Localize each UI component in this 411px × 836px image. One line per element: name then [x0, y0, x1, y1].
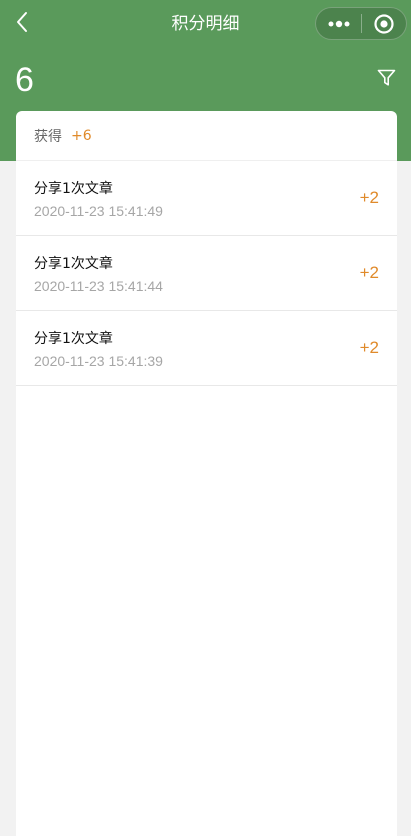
- list-item: 分享1次文章 2020-11-23 15:41:49 +2: [16, 161, 397, 236]
- record-delta: +2: [359, 263, 379, 282]
- record-title: 分享1次文章: [34, 331, 113, 347]
- record-time: 2020-11-23 15:41:49: [34, 203, 163, 219]
- record-title: 分享1次文章: [34, 181, 113, 197]
- record-time: 2020-11-23 15:41:39: [34, 353, 163, 369]
- summary-row: 获得 +6: [16, 111, 397, 161]
- list-item: 分享1次文章 2020-11-23 15:41:44 +2: [16, 236, 397, 311]
- summary-value: +6: [71, 127, 92, 144]
- list-item: 分享1次文章 2020-11-23 15:41:39 +2: [16, 311, 397, 386]
- record-time: 2020-11-23 15:41:44: [34, 278, 163, 294]
- filter-button[interactable]: [376, 68, 396, 88]
- mini-program-capsule: [315, 7, 407, 40]
- points-total: 6: [15, 61, 34, 99]
- more-button[interactable]: [316, 8, 361, 39]
- more-dots-icon: [328, 20, 349, 27]
- summary-label: 获得: [34, 128, 62, 145]
- record-title: 分享1次文章: [34, 256, 113, 272]
- target-circle-icon: [374, 13, 394, 34]
- points-card: 获得 +6 分享1次文章 2020-11-23 15:41:49 +2 分享1次…: [16, 111, 397, 836]
- close-button[interactable]: [362, 8, 406, 39]
- record-delta: +2: [359, 188, 379, 207]
- record-delta: +2: [359, 338, 379, 357]
- filter-icon: [377, 69, 395, 86]
